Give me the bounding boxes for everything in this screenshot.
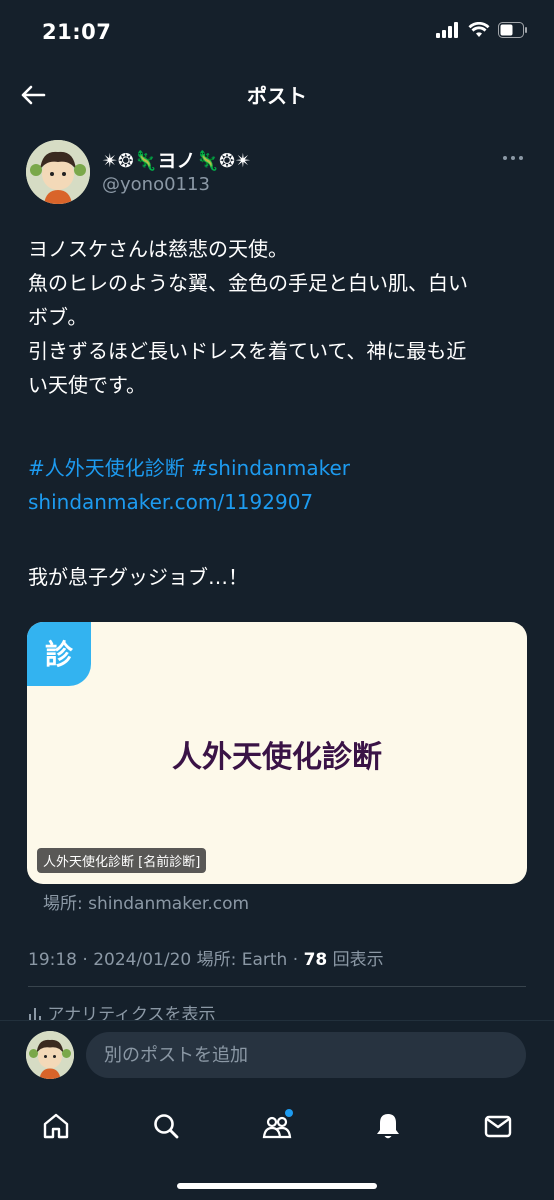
wifi-icon xyxy=(468,22,490,37)
display-name[interactable]: ✴❂🦎ヨノ🦎❂✴ xyxy=(102,146,251,173)
tab-notifications[interactable] xyxy=(358,1106,418,1146)
views-label: 回表示 xyxy=(332,950,384,970)
more-options-button[interactable] xyxy=(500,150,526,164)
meta-separator: · xyxy=(82,950,94,970)
more-icon xyxy=(503,156,523,160)
notification-dot xyxy=(285,1109,293,1117)
tab-home[interactable] xyxy=(26,1106,86,1146)
analytics-link[interactable]: アナリティクスを表示 xyxy=(28,1000,216,1020)
tab-search[interactable] xyxy=(136,1106,196,1146)
messages-icon xyxy=(484,1115,512,1138)
views-count: 78 xyxy=(303,950,328,970)
analytics-label: アナリティクスを表示 xyxy=(47,1005,216,1020)
post-link[interactable]: shindanmaker.com/1192907 xyxy=(28,485,313,519)
user-handle[interactable]: @yono0113 xyxy=(102,174,210,195)
home-icon xyxy=(43,1113,69,1139)
hashtags: #人外天使化診断 #shindanmaker xyxy=(28,451,350,485)
status-time: 21:07 xyxy=(42,20,112,44)
avatar-image xyxy=(26,140,90,204)
post-meta: 19:18 · 2024/01/20 場所: Earth · 78 回表示 xyxy=(28,945,384,970)
status-bar: 21:07 xyxy=(0,0,554,66)
header: ポスト xyxy=(0,66,554,122)
avatar-image xyxy=(26,1031,74,1079)
post-time: 19:18 xyxy=(28,950,77,970)
reply-input[interactable] xyxy=(86,1032,526,1078)
card-label: 人外天使化診断 [名前診断] xyxy=(37,848,207,873)
card-domain[interactable]: 場所: shindanmaker.com xyxy=(43,889,249,914)
home-indicator xyxy=(177,1183,377,1189)
battery-icon xyxy=(498,22,527,38)
link-card[interactable]: 診 人外天使化診断 人外天使化診断 [名前診断] xyxy=(27,622,527,884)
meta-separator: · xyxy=(292,950,304,970)
search-icon xyxy=(154,1114,179,1139)
shindan-logo-icon: 診 xyxy=(45,638,74,671)
post-date: 2024/01/20 xyxy=(93,950,192,970)
post-text: ヨノスケさんは慈悲の天使。 魚のヒレのような翼、金色の手足と白い肌、白い ボブ。… xyxy=(28,237,468,397)
page-title: ポスト xyxy=(247,84,307,108)
reply-bar xyxy=(0,1020,554,1101)
tab-messages[interactable] xyxy=(468,1106,528,1146)
communities-icon xyxy=(262,1109,293,1139)
notifications-icon xyxy=(377,1114,399,1139)
hashtag-link[interactable]: #shindanmaker xyxy=(191,456,350,480)
tab-communities[interactable] xyxy=(247,1106,307,1146)
signal-icon xyxy=(436,22,458,38)
status-icons xyxy=(436,22,528,38)
post-text-2: 我が息子グッジョブ…！ xyxy=(28,565,248,589)
card-badge: 診 xyxy=(27,622,91,686)
reply-avatar[interactable] xyxy=(26,1031,74,1079)
avatar[interactable] xyxy=(26,140,90,204)
hashtag-link[interactable]: #人外天使化診断 xyxy=(28,456,185,480)
card-title: 人外天使化診断 xyxy=(172,740,382,775)
divider xyxy=(28,986,526,987)
post-author: ✴❂🦎ヨノ🦎❂✴ @yono0113 xyxy=(26,140,528,206)
svg-text:診: 診 xyxy=(45,638,74,671)
analytics-icon xyxy=(29,1008,41,1020)
post-location: 場所: Earth xyxy=(196,950,288,970)
